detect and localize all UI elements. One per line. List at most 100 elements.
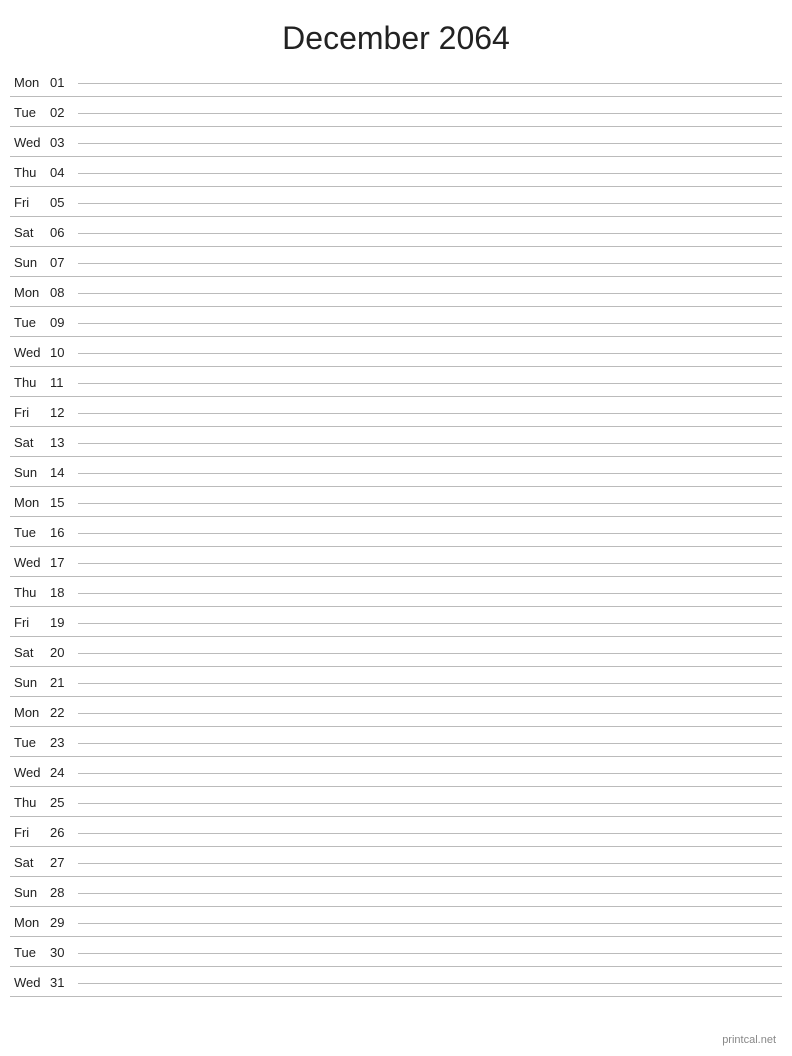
- day-name: Thu: [10, 585, 50, 600]
- day-name: Sat: [10, 225, 50, 240]
- day-number: 06: [50, 225, 78, 240]
- day-line: [78, 923, 782, 924]
- day-number: 21: [50, 675, 78, 690]
- table-row: Fri05: [10, 187, 782, 217]
- day-number: 08: [50, 285, 78, 300]
- day-number: 18: [50, 585, 78, 600]
- table-row: Sun07: [10, 247, 782, 277]
- day-name: Tue: [10, 735, 50, 750]
- day-name: Tue: [10, 105, 50, 120]
- table-row: Thu04: [10, 157, 782, 187]
- day-line: [78, 743, 782, 744]
- day-name: Sat: [10, 435, 50, 450]
- day-name: Mon: [10, 495, 50, 510]
- table-row: Tue16: [10, 517, 782, 547]
- table-row: Mon29: [10, 907, 782, 937]
- day-line: [78, 233, 782, 234]
- day-name: Sat: [10, 855, 50, 870]
- table-row: Tue30: [10, 937, 782, 967]
- day-name: Thu: [10, 375, 50, 390]
- day-line: [78, 953, 782, 954]
- day-line: [78, 593, 782, 594]
- day-line: [78, 323, 782, 324]
- table-row: Thu11: [10, 367, 782, 397]
- day-number: 16: [50, 525, 78, 540]
- day-number: 11: [50, 375, 78, 390]
- table-row: Tue23: [10, 727, 782, 757]
- day-line: [78, 383, 782, 384]
- day-line: [78, 983, 782, 984]
- day-line: [78, 533, 782, 534]
- day-name: Wed: [10, 135, 50, 150]
- day-name: Sun: [10, 885, 50, 900]
- day-name: Fri: [10, 825, 50, 840]
- day-line: [78, 413, 782, 414]
- table-row: Sun28: [10, 877, 782, 907]
- day-line: [78, 503, 782, 504]
- day-number: 03: [50, 135, 78, 150]
- day-line: [78, 353, 782, 354]
- table-row: Tue02: [10, 97, 782, 127]
- day-line: [78, 863, 782, 864]
- day-number: 31: [50, 975, 78, 990]
- day-name: Tue: [10, 525, 50, 540]
- day-name: Wed: [10, 555, 50, 570]
- day-name: Thu: [10, 795, 50, 810]
- table-row: Thu25: [10, 787, 782, 817]
- day-name: Mon: [10, 915, 50, 930]
- day-number: 14: [50, 465, 78, 480]
- day-number: 26: [50, 825, 78, 840]
- day-line: [78, 113, 782, 114]
- day-number: 29: [50, 915, 78, 930]
- day-number: 19: [50, 615, 78, 630]
- table-row: Tue09: [10, 307, 782, 337]
- table-row: Thu18: [10, 577, 782, 607]
- table-row: Fri26: [10, 817, 782, 847]
- table-row: Mon15: [10, 487, 782, 517]
- day-name: Thu: [10, 165, 50, 180]
- table-row: Mon22: [10, 697, 782, 727]
- day-number: 13: [50, 435, 78, 450]
- day-number: 17: [50, 555, 78, 570]
- table-row: Fri12: [10, 397, 782, 427]
- day-name: Wed: [10, 975, 50, 990]
- table-row: Sun21: [10, 667, 782, 697]
- day-number: 23: [50, 735, 78, 750]
- day-name: Fri: [10, 195, 50, 210]
- day-name: Tue: [10, 315, 50, 330]
- day-name: Sun: [10, 255, 50, 270]
- day-line: [78, 443, 782, 444]
- day-name: Mon: [10, 75, 50, 90]
- day-line: [78, 563, 782, 564]
- calendar-container: Mon01Tue02Wed03Thu04Fri05Sat06Sun07Mon08…: [0, 67, 792, 997]
- day-number: 09: [50, 315, 78, 330]
- table-row: Mon01: [10, 67, 782, 97]
- footer-label: printcal.net: [722, 1034, 776, 1046]
- day-number: 20: [50, 645, 78, 660]
- day-line: [78, 713, 782, 714]
- day-line: [78, 263, 782, 264]
- day-number: 30: [50, 945, 78, 960]
- day-number: 02: [50, 105, 78, 120]
- table-row: Sat27: [10, 847, 782, 877]
- day-line: [78, 203, 782, 204]
- day-name: Tue: [10, 945, 50, 960]
- table-row: Wed10: [10, 337, 782, 367]
- page-title: December 2064: [0, 0, 792, 67]
- day-line: [78, 833, 782, 834]
- day-name: Sun: [10, 465, 50, 480]
- day-name: Sun: [10, 675, 50, 690]
- day-line: [78, 683, 782, 684]
- day-number: 28: [50, 885, 78, 900]
- day-number: 27: [50, 855, 78, 870]
- table-row: Sat20: [10, 637, 782, 667]
- table-row: Wed24: [10, 757, 782, 787]
- table-row: Fri19: [10, 607, 782, 637]
- day-name: Fri: [10, 615, 50, 630]
- day-line: [78, 623, 782, 624]
- day-number: 22: [50, 705, 78, 720]
- table-row: Sat06: [10, 217, 782, 247]
- day-line: [78, 803, 782, 804]
- day-number: 04: [50, 165, 78, 180]
- day-name: Sat: [10, 645, 50, 660]
